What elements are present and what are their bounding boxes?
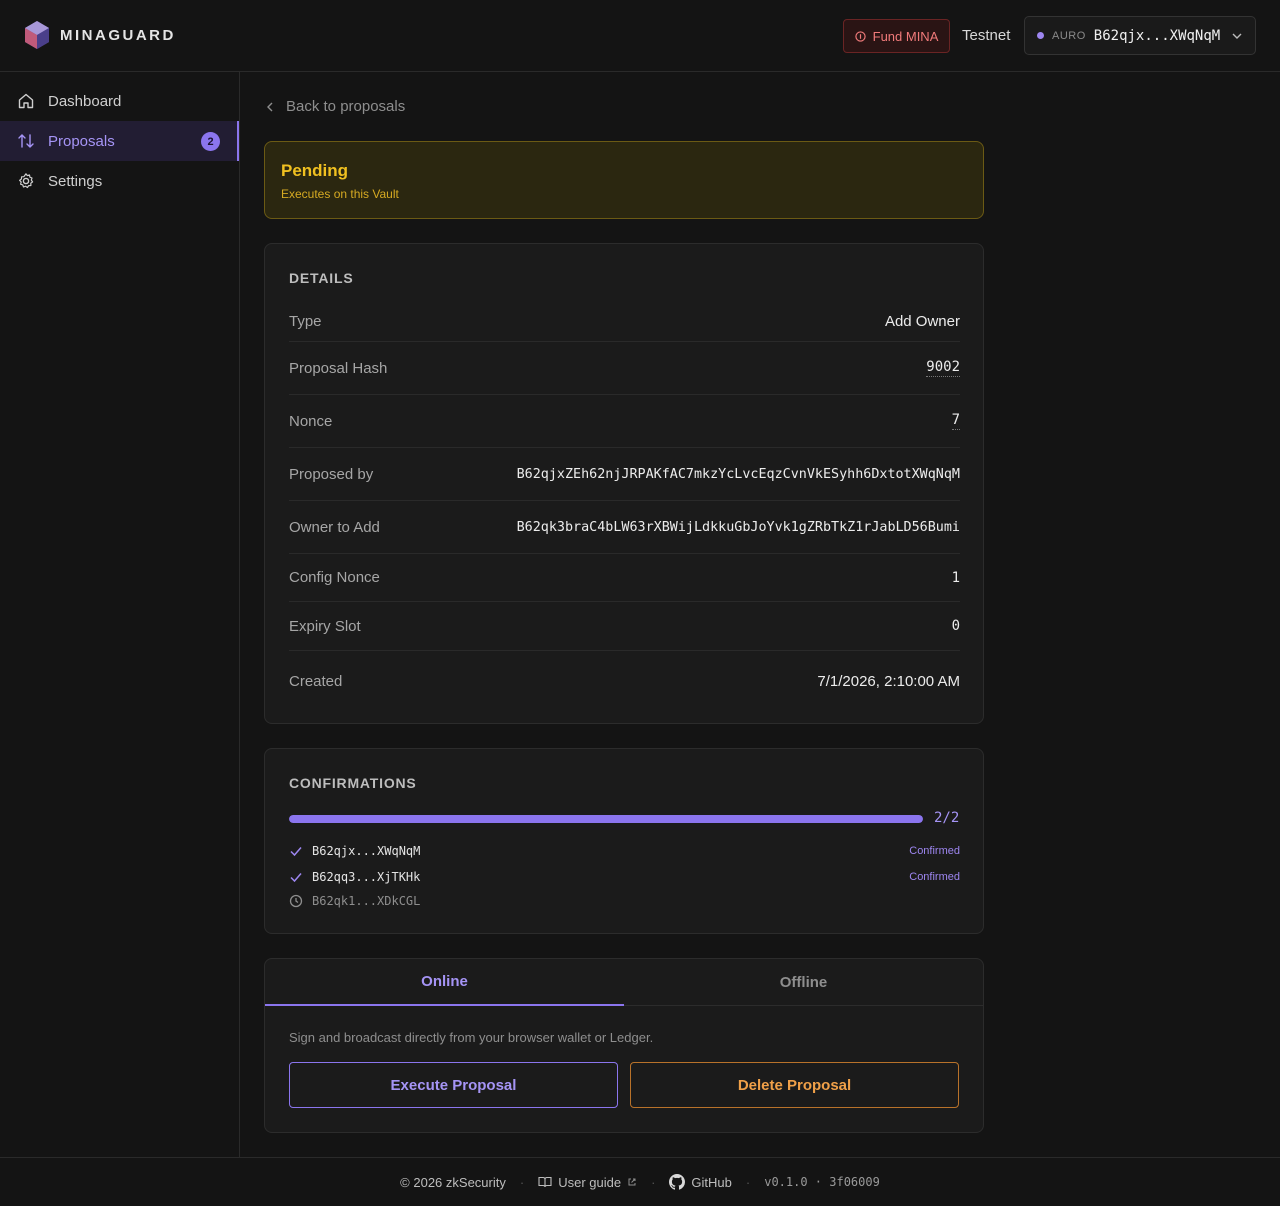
confirmations-progress-bar xyxy=(289,815,923,823)
logo[interactable]: MINAGUARD xyxy=(24,20,176,50)
detail-value[interactable]: B62qjxZEh62njJRPAKfAC7mkzYcLvcEqzCvnVkES… xyxy=(517,467,960,482)
sidebar-item-settings[interactable]: Settings xyxy=(0,161,239,201)
detail-row-config-nonce: Config Nonce 1 xyxy=(289,554,960,602)
actions-card: Online Offline Sign and broadcast direct… xyxy=(264,958,984,1133)
github-label: GitHub xyxy=(691,1174,732,1190)
proposals-count-badge: 2 xyxy=(201,132,220,151)
user-guide-link[interactable]: User guide xyxy=(538,1175,637,1190)
footer-separator: · xyxy=(745,1174,751,1190)
detail-row-nonce: Nonce 7 xyxy=(289,395,960,448)
detail-value[interactable]: 7 xyxy=(951,412,960,430)
footer-copyright: © 2026 zkSecurity xyxy=(400,1174,506,1190)
tab-online[interactable]: Online xyxy=(265,959,624,1006)
wallet-brand: AURO xyxy=(1052,29,1086,42)
detail-value: 1 xyxy=(951,569,960,586)
signer-row: B62qq3...XjTKHk Confirmed xyxy=(289,868,960,886)
footer-separator: · xyxy=(651,1174,656,1190)
footer-separator: · xyxy=(519,1174,525,1190)
delete-proposal-button[interactable]: Delete Proposal xyxy=(630,1062,959,1108)
confirmations-progress-fill xyxy=(289,815,923,823)
sidebar-item-label: Dashboard xyxy=(48,92,122,110)
sidebar-item-dashboard[interactable]: Dashboard xyxy=(0,81,239,121)
sidebar-item-label: Settings xyxy=(48,172,103,190)
detail-label: Nonce xyxy=(289,412,333,430)
details-title: DETAILS xyxy=(289,270,354,286)
detail-row-proposal-hash: Proposal Hash 9002 xyxy=(289,342,960,395)
minaguard-logo-icon xyxy=(25,21,49,49)
actions-tabs: Online Offline xyxy=(265,959,983,1006)
signer-address: B62qjx...XWqNqM xyxy=(312,844,421,858)
network-label: Testnet xyxy=(962,27,1011,44)
user-guide-label: User guide xyxy=(558,1174,622,1190)
home-icon xyxy=(18,93,34,109)
detail-row-type: Type Add Owner xyxy=(289,302,960,342)
detail-label: Created xyxy=(289,672,343,690)
arrows-up-down-icon xyxy=(18,134,34,148)
detail-value: Add Owner xyxy=(884,313,960,330)
detail-value[interactable]: B62qk3braC4bLW63rXBWijLdkkuGbJoYvk1gZRbT… xyxy=(517,520,960,535)
detail-row-owner-to-add: Owner to Add B62qk3braC4bLW63rXBWijLdkku… xyxy=(289,501,960,554)
check-icon xyxy=(290,873,302,883)
clock-icon xyxy=(289,894,303,908)
actions-description: Sign and broadcast directly from your br… xyxy=(289,1030,654,1045)
confirmations-title: CONFIRMATIONS xyxy=(289,775,417,791)
footer-version: v0.1.0 · 3f06009 xyxy=(764,1175,880,1189)
gear-icon xyxy=(19,173,34,189)
detail-row-proposed-by: Proposed by B62qjxZEh62njJRPAKfAC7mkzYcL… xyxy=(289,448,960,501)
wallet-selector[interactable]: AURO B62qjx...XWqNqM xyxy=(1024,16,1256,55)
signer-status: Confirmed xyxy=(909,845,960,857)
detail-label: Type xyxy=(289,313,322,330)
top-header: MINAGUARD Fund MINA Testnet AURO B62qjx.… xyxy=(0,0,1280,72)
signer-status: Confirmed xyxy=(909,871,960,883)
book-icon xyxy=(538,1176,552,1188)
confirmations-progress-text: 2/2 xyxy=(934,810,960,826)
details-card: DETAILS Type Add Owner Proposal Hash 900… xyxy=(264,243,984,724)
execute-proposal-button[interactable]: Execute Proposal xyxy=(289,1062,618,1108)
chevron-down-icon xyxy=(1232,33,1242,39)
status-banner: Pending Executes on this Vault xyxy=(264,141,984,219)
detail-label: Owner to Add xyxy=(289,518,380,536)
wallet-address: B62qjx...XWqNqM xyxy=(1093,27,1221,44)
fund-mina-button[interactable]: Fund MINA xyxy=(843,19,950,53)
confirmations-card: CONFIRMATIONS 2/2 B62qjx...XWqNqM Confir… xyxy=(264,748,984,934)
detail-value: 0 xyxy=(951,618,960,634)
tab-offline[interactable]: Offline xyxy=(624,959,983,1006)
coin-icon xyxy=(854,30,866,42)
signer-row: B62qjx...XWqNqM Confirmed xyxy=(289,842,960,860)
wallet-status-dot xyxy=(1037,32,1044,39)
sidebar-item-label: Proposals xyxy=(48,132,115,150)
brand-name: MINAGUARD xyxy=(60,26,176,44)
footer: © 2026 zkSecurity · User guide · GitHub … xyxy=(0,1157,1280,1206)
sidebar: Dashboard Proposals 2 Settings xyxy=(0,72,240,1157)
detail-value: 7/1/2026, 2:10:00 AM xyxy=(817,672,960,690)
detail-value[interactable]: 9002 xyxy=(926,359,960,377)
back-label: Back to proposals xyxy=(286,98,406,115)
github-link[interactable]: GitHub xyxy=(669,1174,732,1190)
fund-mina-label: Fund MINA xyxy=(872,28,939,44)
detail-label: Expiry Slot xyxy=(289,617,361,635)
chevron-left-icon xyxy=(267,102,273,111)
detail-label: Config Nonce xyxy=(289,569,380,586)
status-title: Pending xyxy=(281,161,349,180)
sidebar-item-proposals[interactable]: Proposals 2 xyxy=(0,121,239,161)
github-icon xyxy=(669,1174,686,1190)
check-icon xyxy=(290,847,302,857)
detail-label: Proposal Hash xyxy=(289,359,388,377)
signer-row: B62qk1...XDkCGL xyxy=(289,892,960,910)
detail-row-created: Created 7/1/2026, 2:10:00 AM xyxy=(289,651,960,711)
signer-address: B62qk1...XDkCGL xyxy=(312,894,421,908)
status-subtitle: Executes on this Vault xyxy=(281,187,399,201)
detail-label: Proposed by xyxy=(289,465,374,483)
signer-address: B62qq3...XjTKHk xyxy=(312,870,421,884)
external-link-icon xyxy=(628,1178,636,1186)
detail-row-expiry-slot: Expiry Slot 0 xyxy=(289,602,960,651)
back-to-proposals-link[interactable]: Back to proposals xyxy=(264,98,405,115)
